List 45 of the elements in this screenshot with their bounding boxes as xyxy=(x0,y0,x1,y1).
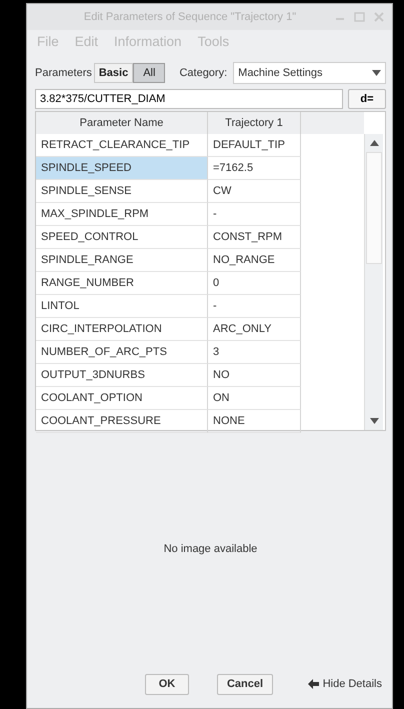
table-cell[interactable]: - xyxy=(208,203,301,226)
table-cell[interactable]: COOLANT_OPTION xyxy=(36,387,208,410)
table-cell[interactable]: NO xyxy=(208,364,301,387)
table-cell[interactable]: SPINDLE_RANGE xyxy=(36,249,208,272)
close-icon[interactable] xyxy=(374,12,384,22)
scroll-bar[interactable] xyxy=(364,134,383,430)
table-cell[interactable]: MAX_SPINDLE_RPM xyxy=(36,203,208,226)
formula-field[interactable]: 3.82*375/CUTTER_DIAM xyxy=(35,89,343,109)
table-cell[interactable]: CIRC_INTERPOLATION xyxy=(36,318,208,341)
table-cell[interactable]: ARC_ONLY xyxy=(208,318,301,341)
hide-details-link[interactable]: Hide Details xyxy=(322,678,382,690)
scroll-up-icon[interactable] xyxy=(370,140,378,146)
d-button[interactable]: d= xyxy=(348,89,386,109)
table-cell[interactable]: 3 xyxy=(208,341,301,364)
table-cell[interactable]: 0 xyxy=(208,272,301,295)
table-cell[interactable]: - xyxy=(208,295,301,318)
table-cell[interactable]: NO_RANGE xyxy=(208,249,301,272)
table-cell[interactable]: =7162.5 xyxy=(208,157,301,180)
no-image-message: No image available xyxy=(164,542,258,554)
column-header[interactable]: Trajectory 1 xyxy=(208,112,301,134)
category-dropdown[interactable]: Machine Settings xyxy=(233,62,386,84)
table-cell[interactable]: NUMBER_OF_ARC_PTS xyxy=(36,341,208,364)
table-cell[interactable]: CW xyxy=(208,180,301,203)
table-cell[interactable]: RANGE_NUMBER xyxy=(36,272,208,295)
table-cell[interactable]: SPEED_CONTROL xyxy=(36,226,208,249)
table-cell[interactable]: CONST_RPM xyxy=(208,226,301,249)
dropdown-arrow-icon xyxy=(372,70,381,76)
maximize-icon[interactable] xyxy=(354,12,365,22)
left-arrow-icon[interactable] xyxy=(308,679,319,689)
table-cell[interactable]: LINTOL xyxy=(36,295,208,318)
table-cell[interactable]: ON xyxy=(208,387,301,410)
table-cell[interactable]: OUTPUT_3DNURBS xyxy=(36,364,208,387)
table-cell[interactable]: NONE xyxy=(208,410,301,433)
table-cell[interactable]: SPINDLE_SPEED xyxy=(36,157,208,180)
filter-button[interactable]: Basic xyxy=(94,63,134,83)
dialog-button[interactable]: OK xyxy=(145,674,189,694)
table-cell[interactable]: DEFAULT_TIP xyxy=(208,134,301,157)
column-header[interactable]: Parameter Name xyxy=(36,112,208,134)
filter-button[interactable]: All xyxy=(133,63,166,83)
scroll-down-icon[interactable] xyxy=(370,418,378,424)
dialog-button[interactable]: Cancel xyxy=(217,674,273,694)
parameters-label: Parameters xyxy=(35,67,92,79)
table-cell[interactable]: SPINDLE_SENSE xyxy=(36,180,208,203)
category-label: Category: xyxy=(179,67,228,79)
table-cell[interactable]: COOLANT_PRESSURE xyxy=(36,410,208,433)
